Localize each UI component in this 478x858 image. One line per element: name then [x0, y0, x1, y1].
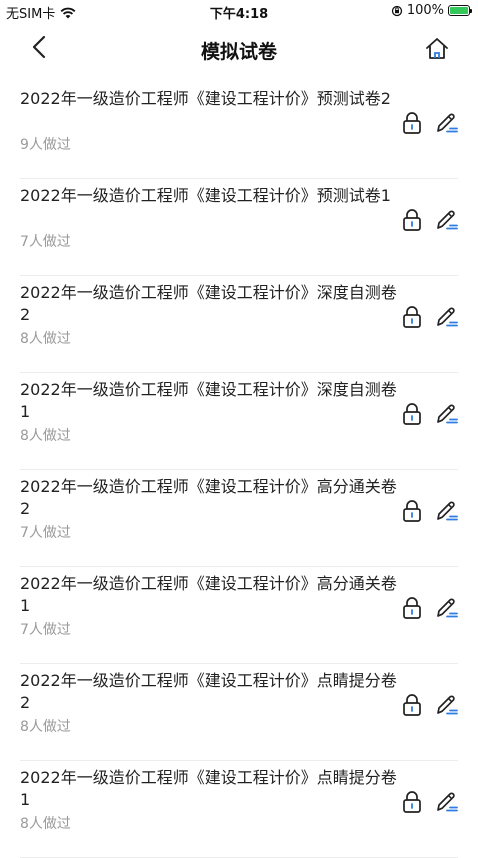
exam-title: 2022年一级造价工程师《建设工程计价》点睛提分卷2 [20, 671, 397, 712]
exam-count: 8人做过 [20, 719, 71, 735]
list-item[interactable]: 2022年一级造价工程师《建设工程计价》高分通关卷2 7人做过 [20, 470, 458, 567]
page-title: 模拟试卷 [200, 41, 277, 63]
orientation-lock-icon [391, 5, 402, 16]
edit-icon[interactable] [434, 401, 460, 427]
lock-icon[interactable] [401, 305, 423, 329]
lock-icon[interactable] [401, 790, 423, 814]
list-item[interactable]: 2022年一级造价工程师《建设工程计价》预测试卷2 9人做过 [20, 82, 458, 179]
exam-title: 2022年一级造价工程师《建设工程计价》点睛提分卷1 [20, 768, 397, 809]
exam-title: 2022年一级造价工程师《建设工程计价》预测试卷1 [20, 186, 391, 205]
list-item[interactable]: 2022年一级造价工程师《建设工程计价》预测试卷1 7人做过 [20, 179, 458, 276]
list-item[interactable]: 2022年一级造价工程师《建设工程计价》点睛提分卷1 8人做过 [20, 761, 458, 858]
exam-count: 9人做过 [20, 137, 71, 153]
status-bar: 无SIM卡 下午4:18 100% [0, 0, 478, 24]
exam-title: 2022年一级造价工程师《建设工程计价》高分通关卷2 [20, 477, 397, 518]
exam-list: 2022年一级造价工程师《建设工程计价》预测试卷2 9人做过 2022年一级造价… [0, 82, 478, 858]
battery-icon [448, 5, 472, 16]
home-icon[interactable] [424, 36, 450, 62]
lock-icon[interactable] [401, 693, 423, 717]
exam-count: 8人做过 [20, 428, 71, 444]
list-item[interactable]: 2022年一级造价工程师《建设工程计价》高分通关卷1 7人做过 [20, 567, 458, 664]
nav-bar: 模拟试卷 [0, 24, 478, 72]
exam-count: 7人做过 [20, 622, 71, 638]
list-item[interactable]: 2022年一级造价工程师《建设工程计价》深度自测卷2 8人做过 [20, 276, 458, 373]
exam-title: 2022年一级造价工程师《建设工程计价》预测试卷2 [20, 89, 391, 108]
list-item[interactable]: 2022年一级造价工程师《建设工程计价》深度自测卷1 8人做过 [20, 373, 458, 470]
edit-icon[interactable] [434, 595, 460, 621]
exam-title: 2022年一级造价工程师《建设工程计价》高分通关卷1 [20, 574, 397, 615]
edit-icon[interactable] [434, 789, 460, 815]
edit-icon[interactable] [434, 110, 460, 136]
lock-icon[interactable] [401, 111, 423, 135]
lock-icon[interactable] [401, 499, 423, 523]
edit-icon[interactable] [434, 692, 460, 718]
lock-icon[interactable] [401, 402, 423, 426]
battery-percent: 100% [406, 3, 444, 18]
lock-icon[interactable] [401, 596, 423, 620]
edit-icon[interactable] [434, 207, 460, 233]
exam-count: 8人做过 [20, 331, 71, 347]
status-right: 100% [391, 3, 472, 18]
edit-icon[interactable] [434, 498, 460, 524]
list-item[interactable]: 2022年一级造价工程师《建设工程计价》点睛提分卷2 8人做过 [20, 664, 458, 761]
exam-count: 7人做过 [20, 234, 71, 250]
exam-title: 2022年一级造价工程师《建设工程计价》深度自测卷2 [20, 283, 397, 324]
edit-icon[interactable] [434, 304, 460, 330]
exam-count: 7人做过 [20, 525, 71, 541]
exam-count: 8人做过 [20, 816, 71, 832]
lock-icon[interactable] [401, 208, 423, 232]
exam-title: 2022年一级造价工程师《建设工程计价》深度自测卷1 [20, 380, 397, 421]
